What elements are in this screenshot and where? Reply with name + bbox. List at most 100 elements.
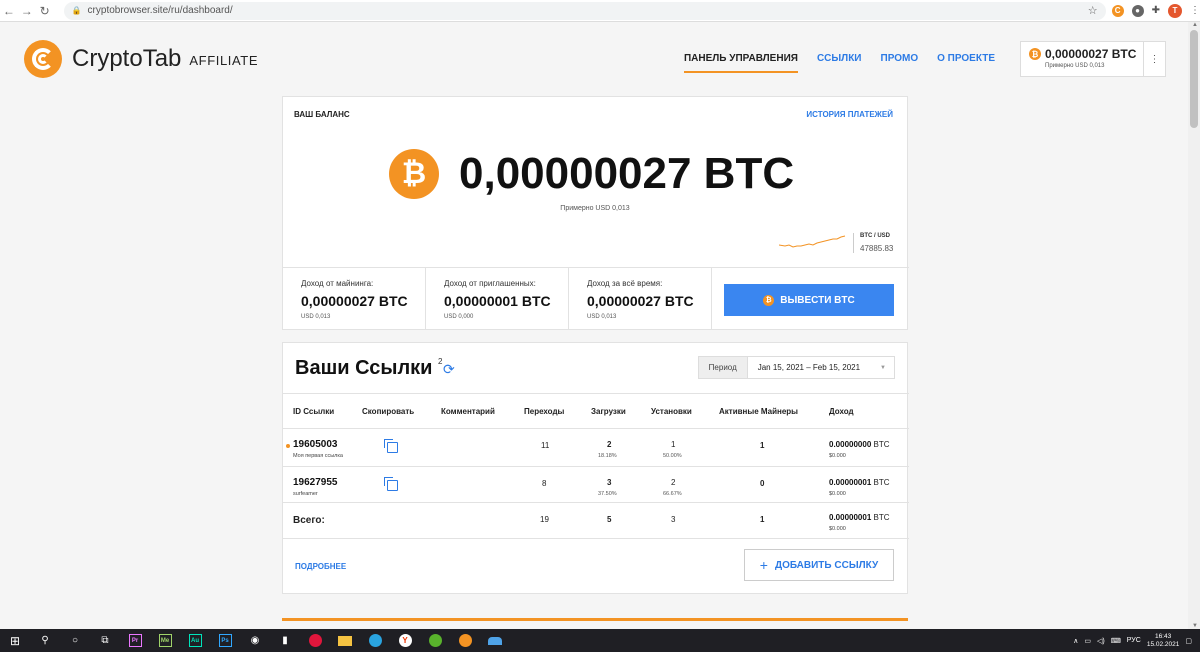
system-tray: ∧ ▭ ◁) ⌨ РУС 16:43 15.02.2021 ▢ — [1073, 633, 1200, 649]
links-title-text: Ваши Ссылки — [295, 357, 433, 379]
cryptotab-extension-icon[interactable]: C — [1111, 4, 1124, 17]
withdraw-label: ВЫВЕСТИ BTC — [780, 294, 855, 306]
clock[interactable]: 16:43 15.02.2021 — [1147, 633, 1180, 649]
col-miners: Активные Майнеры — [719, 407, 798, 416]
bookmark-star-icon[interactable]: ☆ — [1088, 4, 1098, 17]
bitcoin-icon: ₿ — [389, 149, 439, 199]
yandex-browser-icon[interactable]: Y — [390, 634, 420, 647]
copy-icon[interactable] — [384, 439, 398, 453]
cortana-icon[interactable]: ○ — [60, 635, 90, 646]
page-scrollbar[interactable]: ▲ ▼ — [1188, 22, 1200, 629]
lock-icon: 🔒 — [71, 6, 82, 15]
row-income: 0.00000001 BTC — [829, 478, 890, 487]
reload-icon[interactable]: ↻ — [36, 4, 54, 18]
row-income-btc: 0.00000000 — [829, 440, 872, 449]
stat-usd: USD 0,013 — [301, 314, 331, 320]
col-income: Доход — [829, 407, 854, 416]
refresh-icon[interactable]: ⟳ — [443, 361, 455, 378]
utorrent-icon[interactable] — [420, 634, 450, 647]
row-miners: 1 — [760, 441, 765, 450]
plus-icon: + — [759, 557, 768, 573]
keyboard-icon[interactable]: ⌨ — [1111, 637, 1121, 645]
volume-icon[interactable]: ◁) — [1097, 637, 1105, 645]
nav-dashboard[interactable]: ПАНЕЛЬ УПРАВЛЕНИЯ — [683, 53, 798, 73]
row-miners: 0 — [760, 479, 765, 488]
btc-rate-sparkline — [779, 235, 846, 248]
row-installs: 2 — [671, 478, 676, 487]
link-name: surfeamer — [293, 491, 318, 497]
forward-icon[interactable]: → — [18, 4, 36, 18]
logo-text: CryptoTab — [72, 45, 182, 72]
chevron-up-icon[interactable]: ∧ — [1073, 637, 1078, 645]
url-text: cryptobrowser.site/ru/dashboard/ — [87, 5, 233, 16]
more-menu-icon[interactable]: ⋮ — [1143, 42, 1165, 76]
network-icon[interactable]: ▭ — [1084, 637, 1091, 645]
header-balance-approx: Примерно USD 0,013 — [1045, 63, 1105, 69]
file-explorer-icon[interactable] — [330, 635, 360, 646]
task-view-icon[interactable]: ⧉ — [90, 635, 120, 646]
scrollbar-thumb[interactable] — [1190, 30, 1198, 128]
windows-start-icon[interactable]: ⊞ — [0, 634, 30, 648]
back-icon[interactable]: ← — [0, 4, 18, 18]
total-downloads: 5 — [607, 515, 612, 524]
scroll-up-icon[interactable]: ▲ — [1192, 22, 1198, 28]
logo[interactable]: CryptoTab AFFILIATE — [24, 40, 258, 78]
row-installs-pct: 66.67% — [663, 491, 682, 497]
address-bar[interactable]: 🔒 cryptobrowser.site/ru/dashboard/ ☆ — [63, 1, 1106, 20]
nav-promo[interactable]: ПРОМО — [881, 53, 919, 73]
balance-amount: 0,00000027 BTC — [459, 149, 795, 198]
col-id: ID Ссылки — [293, 407, 335, 416]
app-icon[interactable]: ▮ — [270, 635, 300, 646]
premiere-icon[interactable]: Pr — [120, 634, 150, 647]
stat-usd: USD 0,000 — [444, 314, 474, 320]
photoshop-icon[interactable]: Ps — [210, 634, 240, 647]
header-balance[interactable]: ₿ 0,00000027 BTC Примерно USD 0,013 ⋮ — [1020, 41, 1166, 77]
stat-all-time: Доход за всё время: 0,00000027 BTC USD 0… — [569, 268, 712, 330]
copy-icon[interactable] — [384, 477, 398, 491]
stat-value: 0,00000027 BTC — [587, 293, 694, 309]
add-link-button[interactable]: + ДОБАВИТЬ ССЫЛКУ — [744, 549, 894, 581]
total-income-btc: 0.00000001 — [829, 513, 872, 522]
row-income: 0.00000000 BTC — [829, 440, 890, 449]
withdraw-button[interactable]: ₿ ВЫВЕСТИ BTC — [724, 284, 894, 316]
nav-about[interactable]: О ПРОЕКТЕ — [937, 53, 995, 73]
row-clicks: 8 — [542, 479, 547, 488]
payment-history-link[interactable]: ИСТОРИЯ ПЛАТЕЖЕЙ — [806, 110, 893, 119]
next-card-top-strip — [282, 618, 908, 621]
obs-icon[interactable]: ◉ — [240, 635, 270, 646]
col-comment: Комментарий — [441, 407, 495, 416]
search-icon[interactable]: ⚲ — [30, 635, 60, 646]
period-selector[interactable]: Период Jan 15, 2021 – Feb 15, 2021 ▼ — [697, 356, 895, 379]
row-income-btc: 0.00000001 — [829, 478, 872, 487]
row-downloads-pct: 37.50% — [598, 491, 617, 497]
browser-toolbar: ← → ↻ 🔒 cryptobrowser.site/ru/dashboard/… — [0, 0, 1200, 22]
nav-links[interactable]: ССЫЛКИ — [817, 53, 862, 73]
profile-avatar[interactable]: T — [1167, 3, 1182, 18]
period-value[interactable]: Jan 15, 2021 – Feb 15, 2021 ▼ — [748, 357, 894, 378]
total-miners: 1 — [760, 515, 765, 524]
btc-rate: BTC / USD 47885.83 — [853, 233, 893, 253]
link-id: 19605003 — [293, 439, 338, 450]
media-encoder-icon[interactable]: Me — [150, 634, 180, 647]
col-clicks: Переходы — [524, 407, 565, 416]
col-installs: Установки — [651, 407, 692, 416]
link-id: 19627955 — [293, 477, 338, 488]
app-icon[interactable] — [480, 636, 510, 645]
puzzle-icon[interactable]: ✚ — [1152, 5, 1160, 16]
table-total-row: Всего: 19 5 3 1 0.00000001 BTC $0.000 — [283, 503, 909, 539]
audition-icon[interactable]: Au — [180, 634, 210, 647]
row-income-usd: $0.000 — [829, 453, 846, 459]
language-indicator[interactable]: РУС — [1127, 637, 1141, 644]
period-label: Период — [698, 357, 748, 378]
stat-value: 0,00000001 BTC — [444, 293, 551, 309]
link-name: Моя первая ссылка — [293, 453, 343, 459]
browser-menu-icon[interactable]: ⋮ — [1190, 5, 1200, 16]
more-details-link[interactable]: ПОДРОБНЕЕ — [295, 562, 346, 571]
cryptotab-browser-icon[interactable] — [450, 634, 480, 647]
edge-icon[interactable] — [360, 634, 390, 647]
top-navigation: ПАНЕЛЬ УПРАВЛЕНИЯ ССЫЛКИ ПРОМО О ПРОЕКТЕ — [683, 53, 995, 73]
notifications-icon[interactable]: ▢ — [1185, 637, 1192, 645]
extension-icon[interactable]: ● — [1131, 4, 1144, 17]
chevron-down-icon: ▼ — [880, 364, 886, 371]
opera-icon[interactable] — [300, 634, 330, 647]
